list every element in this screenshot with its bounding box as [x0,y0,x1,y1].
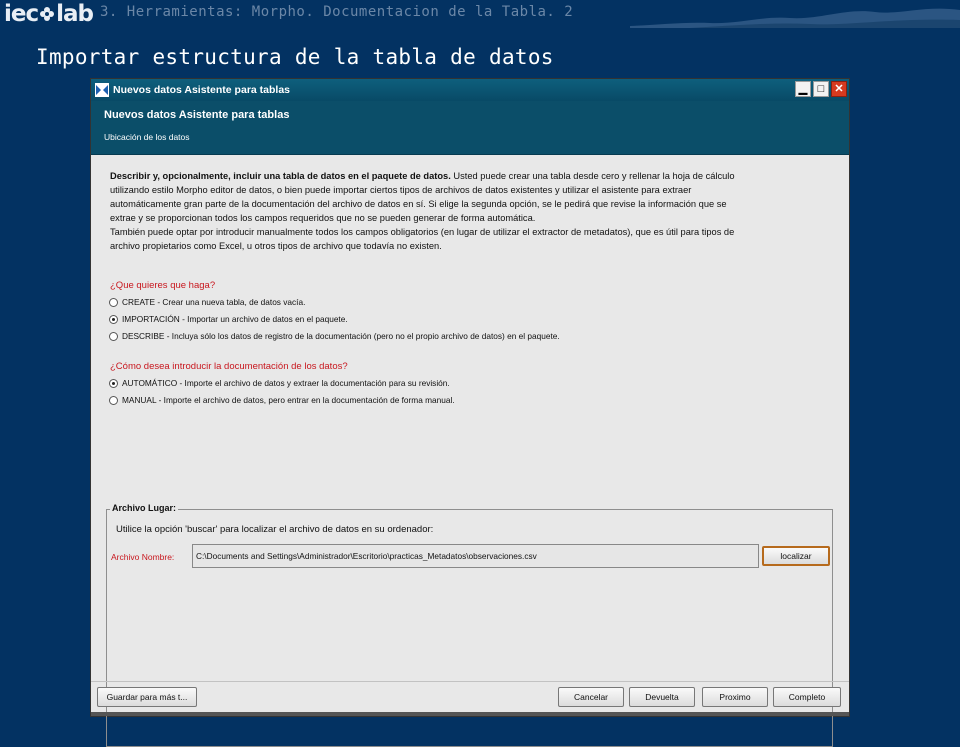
wizard-header-title: Nuevos datos Asistente para tablas [104,109,290,121]
iecolab-logo: iec lab [4,1,94,27]
window-title: Nuevos datos Asistente para tablas [113,84,291,96]
radio-create-circle[interactable] [109,297,118,307]
radio-describe-circle[interactable] [109,331,118,341]
radio-create[interactable]: CREATE - Crear una nueva tabla, de datos… [109,297,305,307]
wizard-content: Describir y, opcionalmente, incluir una … [91,155,849,747]
slide-title: Importar estructura de la tabla de datos [36,45,554,69]
intro-text: Describir y, opcionalmente, incluir una … [110,169,738,253]
radio-describe-label: DESCRIBE - Incluya sólo los datos de reg… [122,331,560,341]
cancel-button[interactable]: Cancelar [558,687,624,707]
wizard-footer: Guardar para más t... Cancelar Devuelta … [91,681,849,712]
mountain-silhouette-icon [630,8,960,28]
radio-import[interactable]: IMPORTACIÓN - Importar un archivo de dat… [109,314,348,324]
radio-import-label: IMPORTACIÓN - Importar un archivo de dat… [122,314,348,324]
breadcrumb: 3. Herramientas: Morpho. Documentacion d… [100,4,574,20]
window-titlebar[interactable]: Nuevos datos Asistente para tablas ▁ □ ✕ [91,79,849,101]
flower-icon [40,7,55,21]
radio-manual[interactable]: MANUAL - Importe el archivo de datos, pe… [109,395,455,405]
file-path-input[interactable]: C:\Documents and Settings\Administrador\… [192,544,759,568]
file-location-hint: Utilice la opción 'buscar' para localiza… [116,524,434,535]
question-action-label: ¿Que quieres que haga? [110,280,216,291]
logo-text-left: iec [4,1,39,27]
wizard-header: Nuevos datos Asistente para tablas Ubica… [91,101,849,155]
radio-describe[interactable]: DESCRIBE - Incluya sólo los datos de reg… [109,331,560,341]
close-button[interactable]: ✕ [831,81,847,97]
logo-text-right: lab [56,1,94,27]
next-button[interactable]: Proximo [702,687,768,707]
file-location-legend: Archivo Lugar: [110,503,179,513]
minimize-button[interactable]: ▁ [795,81,811,97]
back-button[interactable]: Devuelta [629,687,695,707]
browse-button[interactable]: localizar [762,546,830,566]
wizard-window: Nuevos datos Asistente para tablas ▁ □ ✕… [90,78,850,747]
radio-automatic[interactable]: AUTOMÁTICO - Importe el archivo de datos… [109,378,450,388]
radio-automatic-label: AUTOMÁTICO - Importe el archivo de datos… [122,378,450,388]
wizard-step-subtitle: Ubicación de los datos [104,132,190,142]
horizontal-scrollbar[interactable] [91,712,849,716]
radio-manual-circle[interactable] [109,395,118,405]
morpho-app-icon [95,83,109,97]
radio-manual-label: MANUAL - Importe el archivo de datos, pe… [122,395,455,405]
radio-automatic-circle[interactable] [109,378,118,388]
finish-button[interactable]: Completo [773,687,841,707]
question-documentation-label: ¿Cómo desea introducir la documentación … [110,361,348,372]
intro-text-2: También puede optar por introducir manua… [110,227,735,251]
radio-import-circle[interactable] [109,314,118,324]
maximize-button[interactable]: □ [813,81,829,97]
radio-create-label: CREATE - Crear una nueva tabla, de datos… [122,297,306,307]
intro-bold: Describir y, opcionalmente, incluir una … [110,171,451,181]
save-for-later-button[interactable]: Guardar para más t... [97,687,197,707]
file-name-label: Archivo Nombre: [111,552,175,562]
